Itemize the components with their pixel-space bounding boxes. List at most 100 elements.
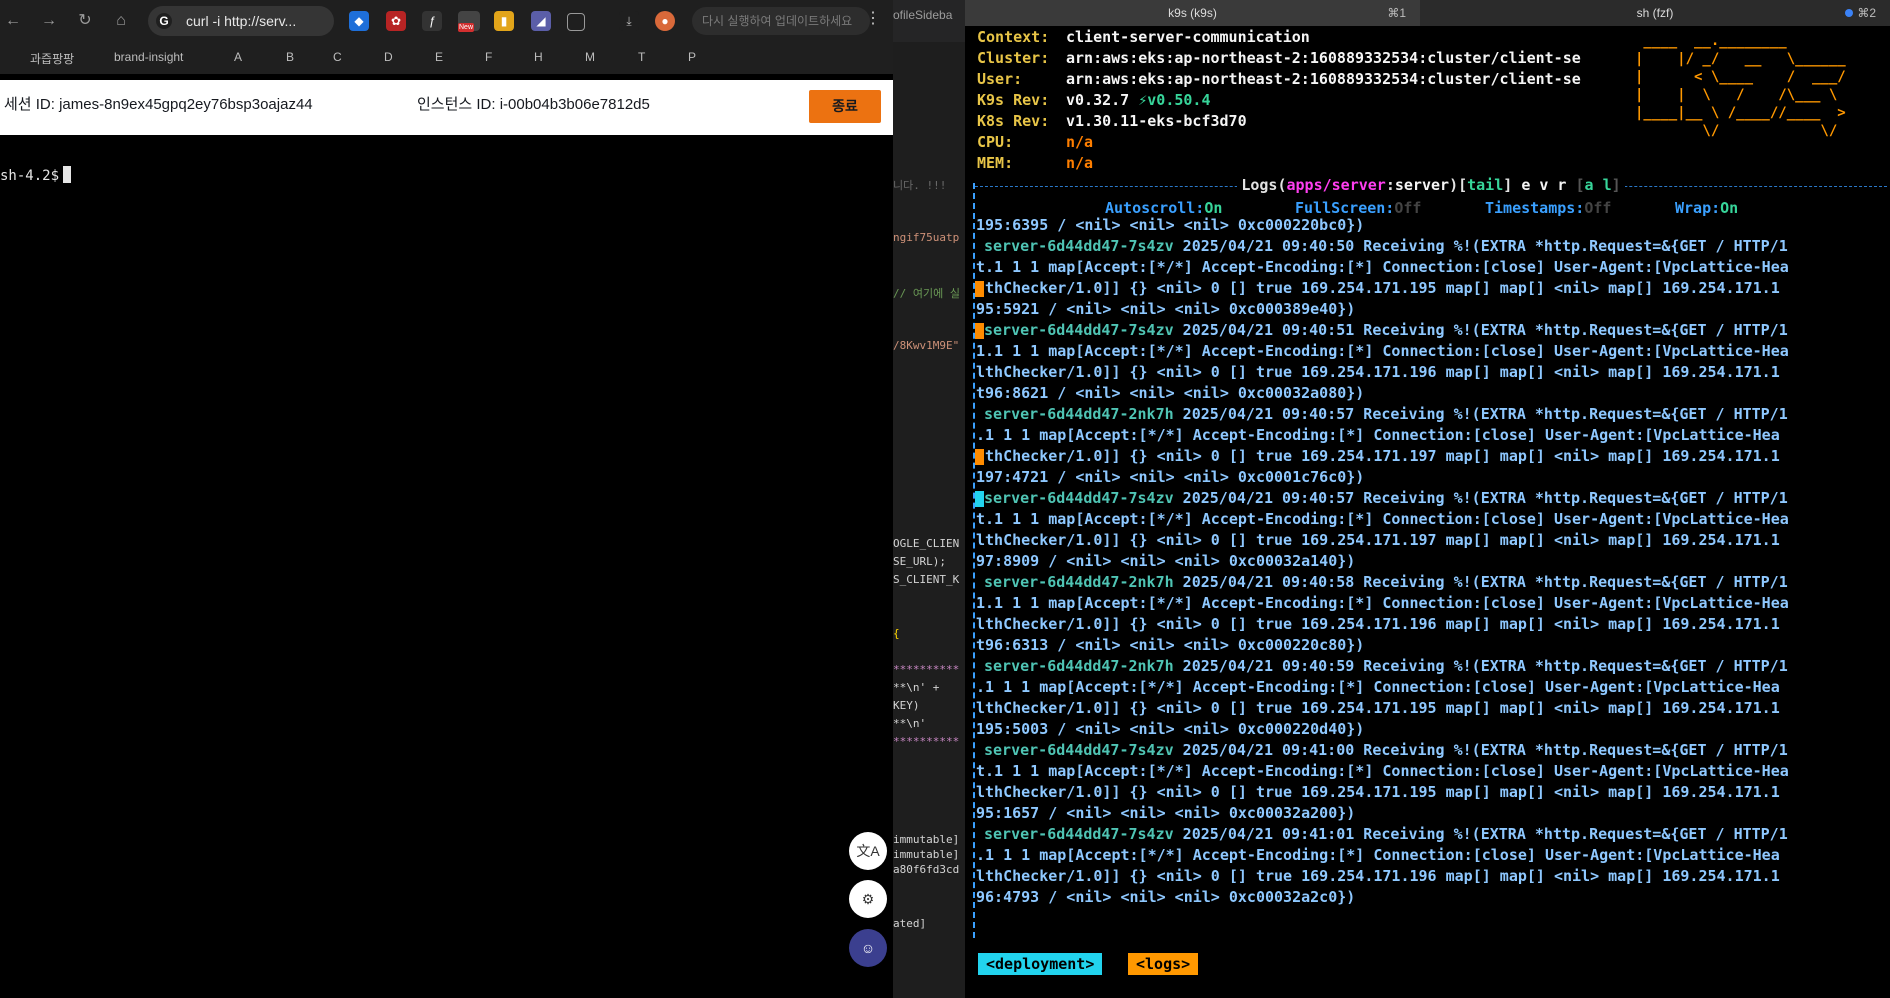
- log-text: .1 1 1 map[Accept:[*/*] Accept-Encoding:…: [976, 678, 1780, 696]
- log-line: server-6d44dd47-7s4zv 2025/04/21 09:40:5…: [975, 488, 1887, 509]
- log-line: .1 1 1 map[Accept:[*/*] Accept-Encoding:…: [975, 425, 1887, 446]
- log-text: 2025/04/21 09:40:59 Receiving %!(EXTRA *…: [1173, 657, 1788, 675]
- log-text: .1 1 1 map[Accept:[*/*] Accept-Encoding:…: [976, 846, 1780, 864]
- code-line: **\n' +: [893, 681, 940, 694]
- extension-icon-new[interactable]: New: [458, 11, 480, 32]
- log-line: server-6d44dd47-2nk7h 2025/04/21 09:40:5…: [975, 656, 1887, 677]
- log-text: .1 1 1 map[Accept:[*/*] Accept-Encoding:…: [976, 426, 1780, 444]
- code-line: **********: [893, 663, 960, 676]
- k9s-rev-row: K9s Rev: v0.32.7 ⚡v0.50.4: [977, 91, 1211, 109]
- google-icon: G: [156, 13, 172, 29]
- extension-icon-2[interactable]: ✿: [386, 11, 406, 31]
- log-text: t.1 1 1 map[Accept:[*/*] Accept-Encoding…: [976, 510, 1789, 528]
- assistant-icon[interactable]: ☺: [849, 929, 887, 967]
- log-line: .1 1 1 map[Accept:[*/*] Accept-Encoding:…: [975, 677, 1887, 698]
- shell-cursor: [63, 166, 72, 183]
- log-text: t.1 1 1 map[Accept:[*/*] Accept-Encoding…: [976, 258, 1789, 276]
- log-pod-name: server-6d44dd47-2nk7h: [984, 573, 1174, 591]
- log-line: server-6d44dd47-2nk7h 2025/04/21 09:40:5…: [975, 404, 1887, 425]
- log-text: lthChecker/1.0]] {} <nil> 0 [] true 169.…: [976, 363, 1780, 381]
- log-text: 97:8909 / <nil> <nil> <nil> 0xc00032a140…: [976, 552, 1356, 570]
- download-icon[interactable]: ⤓: [619, 11, 639, 31]
- profile-avatar-icon[interactable]: ●: [655, 11, 675, 31]
- address-bar[interactable]: G curl -i http://serv...: [148, 6, 334, 36]
- log-line: t.1 1 1 map[Accept:[*/*] Accept-Encoding…: [975, 509, 1887, 530]
- log-text: t96:6313 / <nil> <nil> <nil> 0xc000220c8…: [976, 636, 1365, 654]
- cpu-row: CPU: n/a: [977, 133, 1094, 151]
- tab-k9s[interactable]: k9s (k9s) ⌘1: [965, 0, 1420, 26]
- extension-icon-3[interactable]: ƒ: [422, 11, 442, 31]
- extension-icon-5[interactable]: ◢: [531, 11, 551, 31]
- address-text: curl -i http://serv...: [186, 13, 297, 29]
- log-text: 2025/04/21 09:41:01 Receiving %!(EXTRA *…: [1173, 825, 1788, 843]
- back-icon[interactable]: ←: [2, 10, 24, 32]
- activity-dot-icon: [1845, 9, 1854, 17]
- home-icon[interactable]: ⌂: [110, 10, 132, 32]
- log-line: 197:4721 / <nil> <nil> <nil> 0xc0001c76c…: [975, 467, 1887, 488]
- logs-panel[interactable]: Logs(apps/server:server)[tail] e v r [a …: [973, 176, 1887, 938]
- log-line: 95:5921 / <nil> <nil> <nil> 0xc000389e40…: [975, 299, 1887, 320]
- tab-shortcut: ⌘2: [1845, 0, 1876, 26]
- log-text: 197:4721 / <nil> <nil> <nil> 0xc0001c76c…: [976, 468, 1365, 486]
- update-prompt-field[interactable]: 다시 실행하여 업데이트하세요: [692, 7, 870, 35]
- extensions-icon[interactable]: ⚙: [849, 880, 887, 918]
- code-line: 니다. !!!: [893, 179, 947, 192]
- log-line: server-6d44dd47-2nk7h 2025/04/21 09:40:5…: [975, 572, 1887, 593]
- log-line: 195:5003 / <nil> <nil> <nil> 0xc000220d4…: [975, 719, 1887, 740]
- crumb-logs[interactable]: <logs>: [1128, 953, 1199, 975]
- code-line: **\n': [893, 717, 927, 730]
- log-line: 97:8909 / <nil> <nil> <nil> 0xc00032a140…: [975, 551, 1887, 572]
- bookmark-item[interactable]: P: [688, 50, 696, 64]
- forward-icon[interactable]: →: [38, 10, 60, 32]
- translate-icon[interactable]: 文A: [849, 832, 887, 870]
- code-editor-sliver: ofileSideba 니다. !!! ngif75uatp // 여기에 실 …: [893, 0, 965, 998]
- context-row: Context: client-server-communication: [977, 28, 1310, 46]
- extension-icon-4[interactable]: ▮: [494, 11, 514, 31]
- shell-terminal[interactable]: sh-4.2$: [0, 166, 72, 184]
- log-text: 1.1 1 1 map[Accept:[*/*] Accept-Encoding…: [976, 342, 1789, 360]
- k8s-rev-row: K8s Rev: v1.30.11-eks-bcf3d70: [977, 112, 1247, 130]
- log-pod-name: server-6d44dd47-7s4zv: [984, 741, 1174, 759]
- log-line: 1.1 1 1 map[Accept:[*/*] Accept-Encoding…: [975, 341, 1887, 362]
- log-pod-name: server-6d44dd47-7s4zv: [984, 237, 1174, 255]
- reload-icon[interactable]: ↻: [74, 10, 96, 32]
- bookmark-item[interactable]: M: [585, 50, 595, 64]
- editor-tab[interactable]: ofileSideba: [893, 0, 965, 42]
- terminate-button[interactable]: 종료: [809, 90, 881, 123]
- puzzle-icon[interactable]: [567, 13, 585, 31]
- log-line: t.1 1 1 map[Accept:[*/*] Accept-Encoding…: [975, 257, 1887, 278]
- session-id-text: 세션 ID: james-8n9ex45gpq2ey76bsp3oajaz44: [4, 96, 313, 113]
- new-badge: New: [458, 23, 475, 32]
- log-line: lthChecker/1.0]] {} <nil> 0 [] true 169.…: [975, 866, 1887, 887]
- log-text: lthChecker/1.0]] {} <nil> 0 [] true 169.…: [976, 867, 1780, 885]
- log-text: 2025/04/21 09:40:50 Receiving %!(EXTRA *…: [1173, 237, 1788, 255]
- terminal-tab-bar: k9s (k9s) ⌘1 sh (fzf) ⌘2: [965, 0, 1890, 26]
- bookmark-item[interactable]: H: [534, 50, 543, 64]
- bookmark-item[interactable]: A: [234, 50, 242, 64]
- line-marker: [975, 323, 984, 339]
- bookmark-item[interactable]: E: [435, 50, 443, 64]
- crumb-deployment[interactable]: <deployment>: [978, 953, 1103, 975]
- code-line: S_CLIENT_K: [893, 573, 960, 586]
- code-line: OGLE_CLIEN: [893, 537, 960, 550]
- bookmark-item[interactable]: T: [638, 50, 645, 64]
- extension-icon-1[interactable]: ◆: [349, 11, 369, 31]
- tab-sh[interactable]: sh (fzf) ⌘2: [1420, 0, 1890, 26]
- menu-kebab-icon[interactable]: ⋮: [865, 8, 881, 28]
- bookmark-item[interactable]: 과즙팡팡: [30, 50, 74, 67]
- browser-toolbar: ← → ↻ ⌂ G curl -i http://serv... ◆ ✿ ƒ N…: [0, 0, 893, 42]
- bookmark-item[interactable]: brand-insight: [114, 50, 183, 64]
- log-text: 2025/04/21 09:40:57 Receiving %!(EXTRA *…: [1173, 405, 1788, 423]
- editor-tab-label: ofileSideba: [893, 8, 953, 22]
- log-line: t96:6313 / <nil> <nil> <nil> 0xc000220c8…: [975, 635, 1887, 656]
- log-text: 195:5003 / <nil> <nil> <nil> 0xc000220d4…: [976, 720, 1365, 738]
- code-line: // 여기에 실: [893, 287, 960, 300]
- log-pod-name: server-6d44dd47-7s4zv: [984, 489, 1174, 507]
- bookmark-item[interactable]: D: [384, 50, 393, 64]
- instance-id-text: 인스턴스 ID: i-00b04b3b06e7812d5: [417, 96, 650, 113]
- bookmark-item[interactable]: B: [286, 50, 294, 64]
- code-line: ngif75uatp: [893, 231, 960, 244]
- bookmark-item[interactable]: F: [485, 50, 492, 64]
- bookmark-item[interactable]: C: [333, 50, 342, 64]
- bookmarks-bar: 과즙팡팡 brand-insight A B C D E F H M T P: [0, 42, 893, 74]
